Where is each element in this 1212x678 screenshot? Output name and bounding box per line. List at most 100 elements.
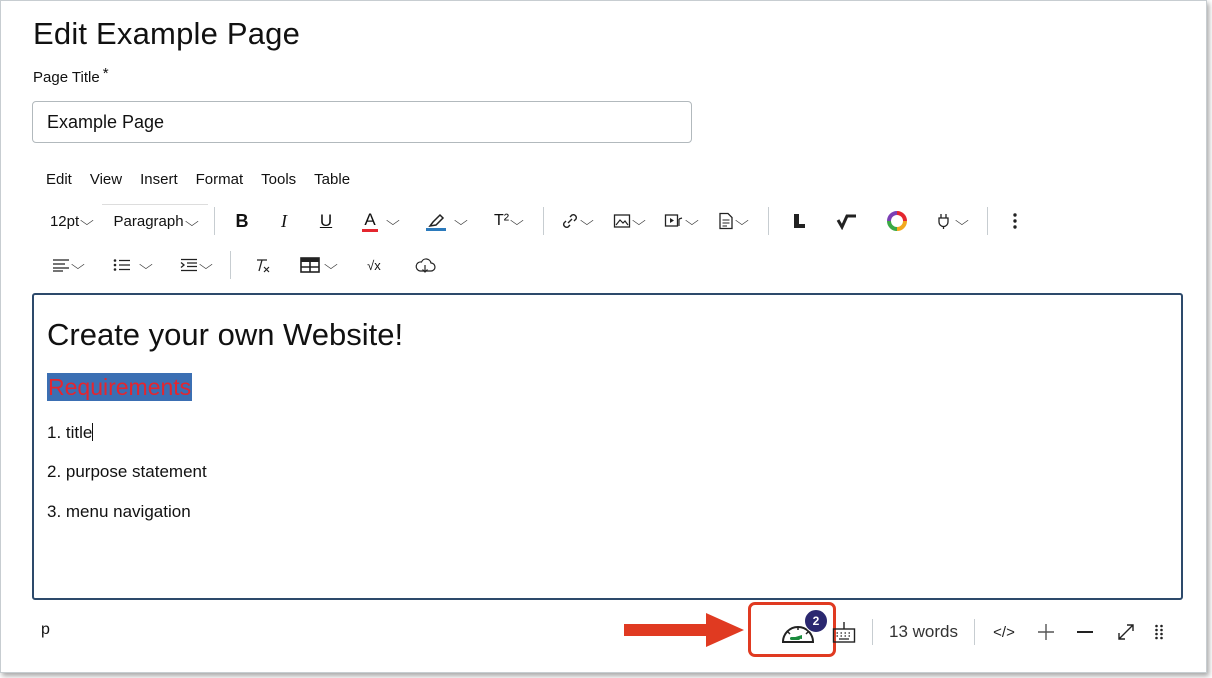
chevron-down-icon: ⌵ [80, 213, 95, 228]
chevron-down-icon: ⌵ [70, 257, 85, 272]
table-button[interactable]: ⌵ [287, 248, 349, 282]
issue-count-badge: 2 [804, 609, 828, 633]
editor-menubar: Edit View Insert Format Tools Table [46, 171, 368, 188]
increase-height-button[interactable] [1029, 614, 1063, 650]
required-marker: * [102, 65, 109, 82]
font-size-dropdown[interactable]: 12pt ⌵ [40, 204, 102, 238]
content-subheading-selected: Requirements [47, 373, 193, 401]
resize-handle[interactable] [1145, 614, 1173, 650]
menu-table[interactable]: Table [314, 171, 350, 188]
toolbar-row-2: ⌵ ⌵ ⌵ ⌵ √x [40, 248, 451, 282]
apps-button[interactable]: ⌵ [923, 204, 979, 238]
page-title-input[interactable] [32, 101, 692, 143]
highlight-icon [426, 212, 447, 231]
plus-icon [1037, 624, 1054, 640]
element-path[interactable]: p [41, 621, 50, 639]
content-line: 3. menu navigation [47, 502, 191, 521]
italic-button[interactable]: I [263, 204, 305, 238]
underline-icon: U [319, 211, 333, 230]
align-button[interactable]: ⌵ [40, 248, 94, 282]
page-title-label: Page Title * [33, 65, 109, 86]
apps-icon [937, 214, 949, 229]
text-color-button[interactable]: A ⌵ [347, 204, 413, 238]
content-heading: Create your own Website! [47, 317, 404, 352]
toolbar-separator [214, 207, 215, 235]
html-editor-toggle[interactable]: </> [979, 614, 1029, 650]
drag-handle-icon [1155, 624, 1163, 640]
underline-button[interactable]: U [305, 204, 347, 238]
superscript-button[interactable]: T² ⌵ [479, 204, 537, 238]
chevron-down-icon: ⌵ [734, 213, 749, 228]
toolbar-separator [987, 207, 988, 235]
chevron-down-icon: ⌵ [954, 213, 969, 228]
fullscreen-button[interactable] [1107, 614, 1145, 650]
bullet-list-icon [113, 259, 131, 271]
keyboard-icon [832, 622, 856, 643]
image-icon [613, 214, 630, 228]
clear-format-button[interactable] [237, 248, 287, 282]
document-button[interactable]: ⌵ [706, 204, 758, 238]
content-line: 2. purpose statement [47, 462, 207, 481]
italic-icon: I [281, 210, 287, 231]
checkmark-tool-button[interactable] [823, 204, 871, 238]
document-icon [718, 212, 733, 230]
bold-button[interactable]: B [221, 204, 263, 238]
superscript-icon: T² [494, 212, 510, 229]
statusbar-controls: 2 13 words </> [770, 609, 1173, 652]
indent-button[interactable]: ⌵ [166, 248, 224, 282]
chevron-down-icon: ⌵ [139, 257, 153, 272]
bullet-list-button[interactable]: ⌵ [98, 248, 166, 282]
chevron-down-icon: ⌵ [454, 213, 468, 228]
highlight-color-button[interactable]: ⌵ [413, 204, 479, 238]
more-options-button[interactable] [994, 204, 1036, 238]
menu-tools[interactable]: Tools [261, 171, 296, 188]
block-format-dropdown[interactable]: Paragraph ⌵ [102, 203, 208, 239]
accessibility-checker-button[interactable]: 2 [770, 609, 828, 650]
toolbar-separator [543, 207, 544, 235]
cloud-button[interactable] [399, 248, 451, 282]
table-icon [300, 257, 320, 273]
math-button[interactable]: √x [349, 248, 399, 282]
expand-icon [1118, 624, 1134, 640]
statusbar-separator [872, 619, 873, 645]
clear-format-icon [257, 259, 270, 273]
menu-format[interactable]: Format [196, 171, 244, 188]
chevron-down-icon: ⌵ [385, 213, 400, 228]
statusbar-separator [973, 619, 975, 645]
chevron-down-icon: ⌵ [684, 213, 699, 228]
link-button[interactable]: ⌵ [550, 204, 602, 238]
color-ring-tool-button[interactable] [871, 204, 923, 238]
callout-arrow [624, 613, 744, 647]
chevron-down-icon: ⌵ [184, 213, 199, 229]
word-count[interactable]: 13 words [877, 622, 970, 642]
text-color-icon: A [362, 210, 378, 232]
code-icon: </> [993, 623, 1015, 641]
bold-icon: B [235, 210, 249, 231]
indent-icon [180, 258, 197, 272]
menu-insert[interactable]: Insert [140, 171, 178, 188]
chevron-down-icon: ⌵ [198, 257, 213, 272]
content-line: 1. title [47, 423, 94, 442]
text-cursor [92, 423, 94, 441]
menu-view[interactable]: View [90, 171, 122, 188]
menu-edit[interactable]: Edit [46, 171, 72, 188]
chevron-down-icon: ⌵ [324, 257, 338, 272]
keyboard-shortcuts-button[interactable] [826, 614, 862, 650]
color-ring-icon [887, 211, 907, 231]
chevron-down-icon: ⌵ [631, 213, 646, 228]
page-heading: Edit Example Page [33, 16, 301, 51]
cloud-icon [415, 258, 436, 273]
toolbar-separator [768, 207, 769, 235]
decrease-height-button[interactable] [1063, 614, 1107, 650]
plugin-button[interactable] [775, 204, 823, 238]
toolbar-separator [230, 251, 231, 279]
plugin-icon [794, 214, 805, 228]
checkmark-icon [836, 214, 856, 230]
rich-content-editor[interactable]: Create your own Website! Requirements 1.… [32, 293, 1183, 600]
align-icon [52, 259, 69, 272]
media-button[interactable]: ⌵ [654, 204, 706, 238]
image-button[interactable]: ⌵ [602, 204, 654, 238]
chevron-down-icon: ⌵ [579, 213, 594, 228]
media-icon [664, 214, 682, 227]
toolbar-row-1: 12pt ⌵ Paragraph ⌵ B I U A ⌵ ⌵ T² ⌵ ⌵ ⌵ ⌵ ⌵ [40, 203, 1036, 239]
